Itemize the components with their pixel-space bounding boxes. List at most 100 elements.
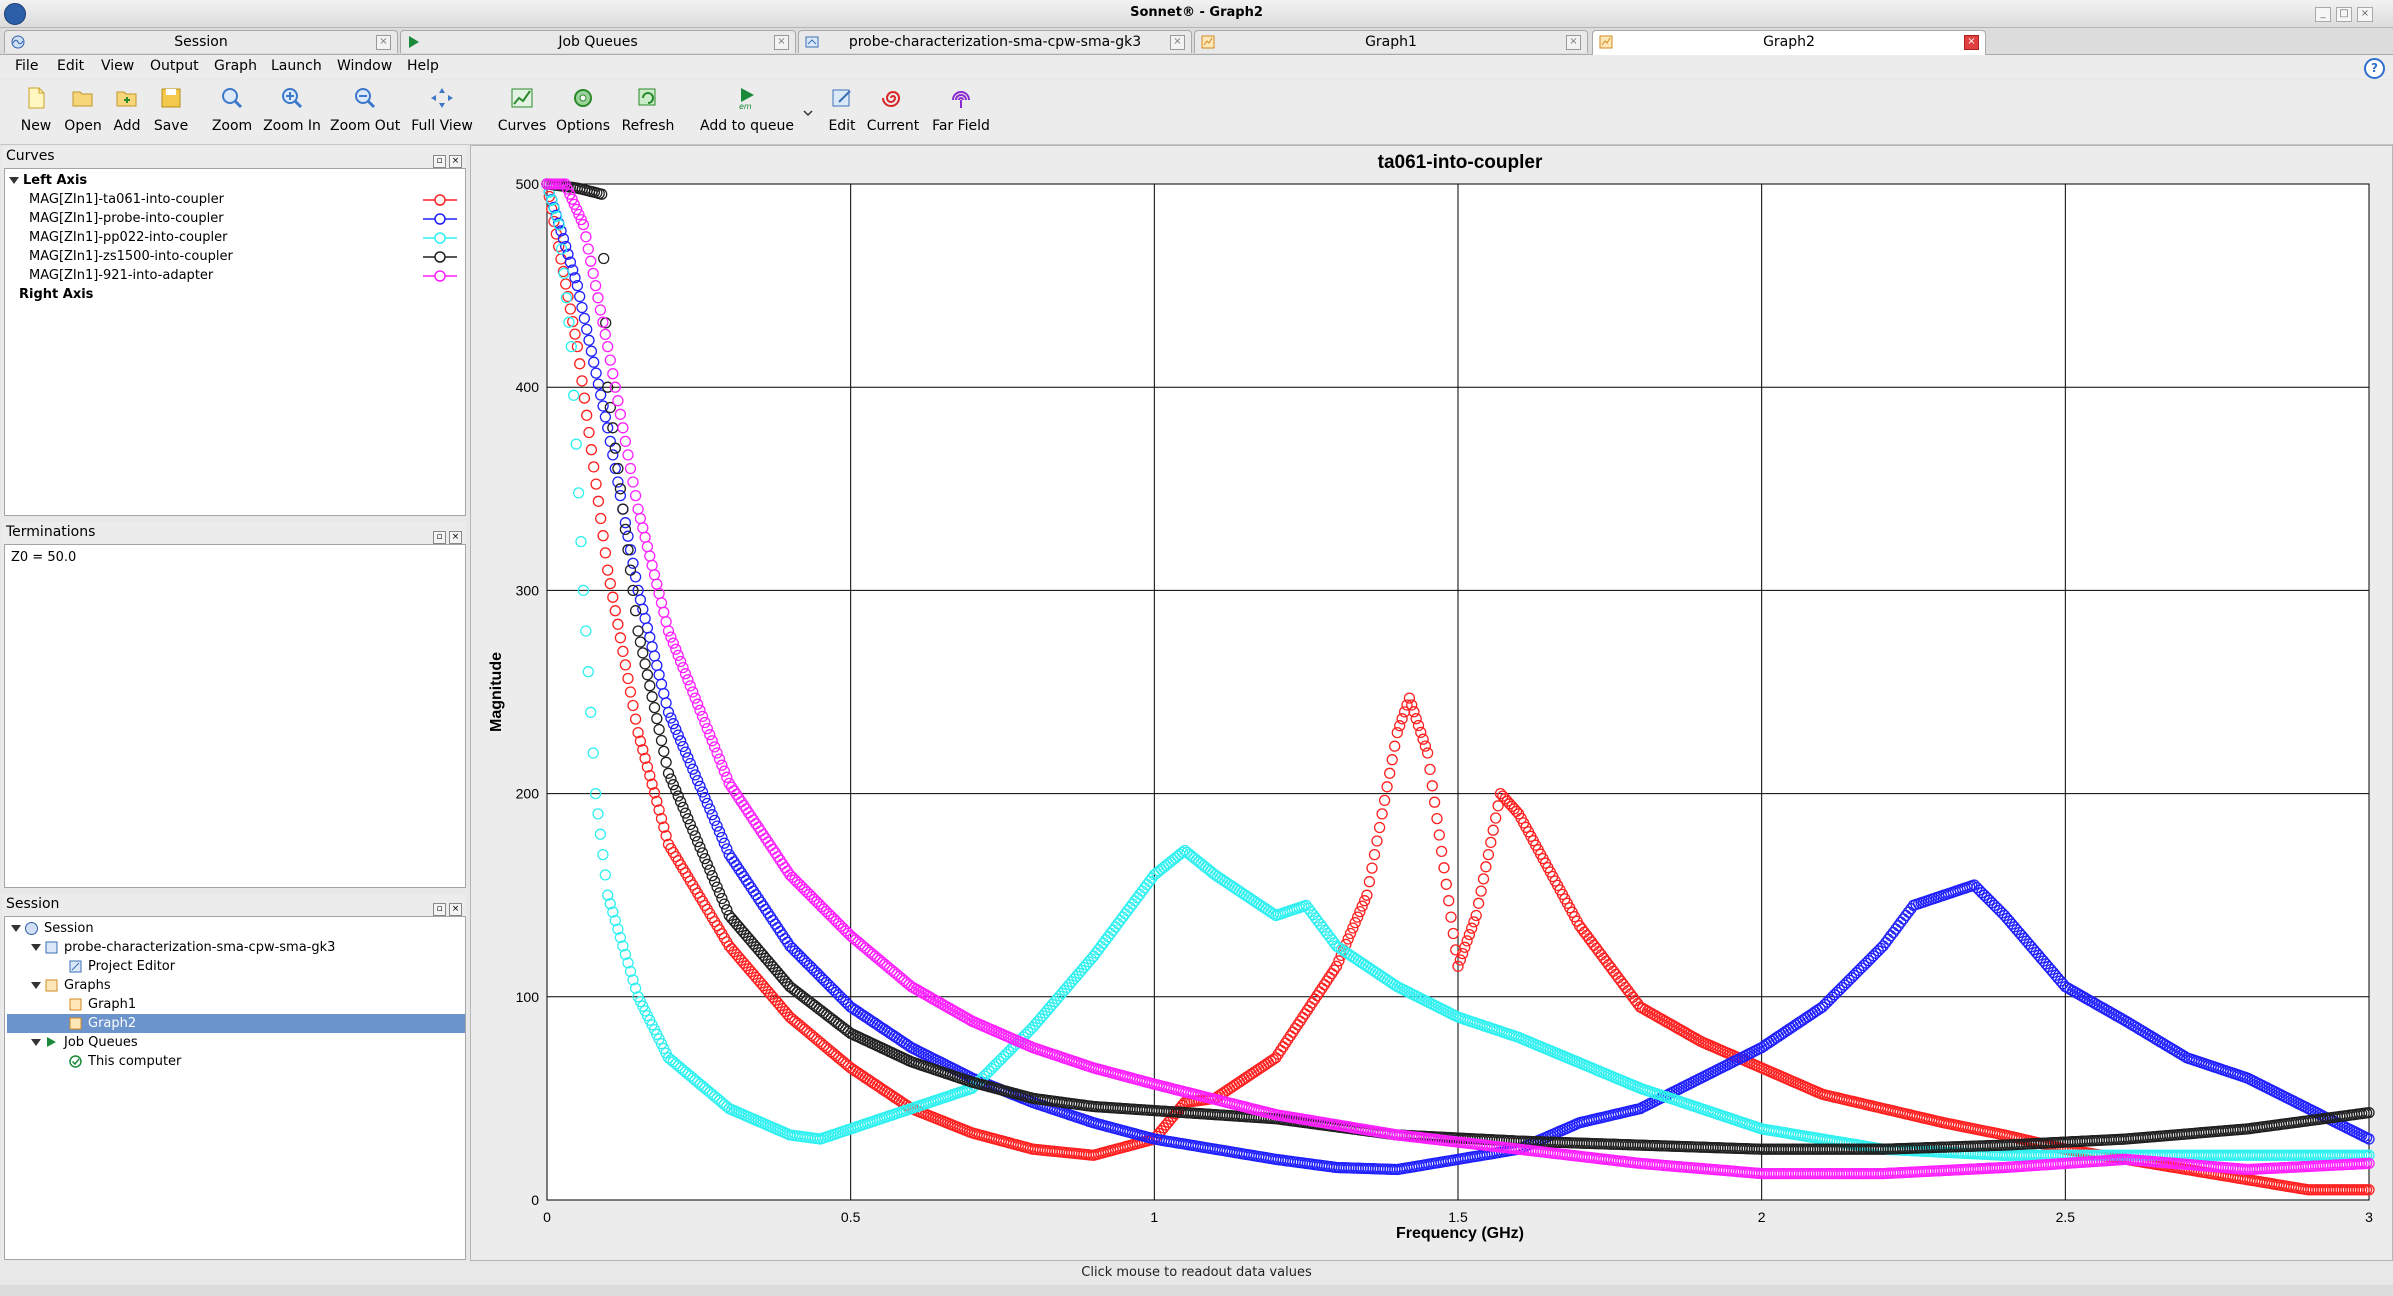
y-tick-label: 400 — [516, 379, 540, 395]
magnifier-icon — [222, 88, 243, 109]
edit-project-icon — [832, 89, 851, 107]
menu-window[interactable]: Window — [337, 58, 392, 74]
y-tick-label: 100 — [516, 989, 540, 1005]
x-tick-label: 2 — [1758, 1209, 1766, 1225]
menu-edit[interactable]: Edit — [57, 58, 84, 74]
curve-item-921[interactable]: MAG[ZIn1]-921-into-adapter — [29, 266, 465, 285]
close-tab-icon[interactable]: × — [1964, 35, 1979, 50]
full-view-button[interactable]: Full View — [410, 86, 474, 134]
close-panel-icon[interactable]: × — [449, 155, 462, 168]
menu-output[interactable]: Output — [150, 58, 199, 74]
open-button[interactable]: Open — [62, 86, 104, 134]
tab-graph1[interactable]: Graph1 × — [1194, 30, 1588, 53]
zoom-out-button[interactable]: Zoom Out — [330, 86, 400, 134]
curve-item-ta061[interactable]: MAG[ZIn1]-ta061-into-coupler — [29, 190, 465, 209]
left-axis-node[interactable]: Left Axis — [9, 171, 87, 190]
tab-graph2[interactable]: Graph2 × — [1592, 30, 1986, 55]
menu-file[interactable]: File — [15, 58, 38, 74]
far-field-button[interactable]: Far Field — [930, 86, 992, 134]
tab-job-queues[interactable]: Job Queues × — [400, 30, 796, 53]
tree-job-queues[interactable]: Job Queues — [31, 1033, 138, 1052]
close-tab-icon[interactable]: × — [774, 35, 789, 50]
help-icon[interactable]: ? — [2364, 58, 2385, 79]
termination-value: Z0 = 50.0 — [11, 550, 77, 565]
curves-button[interactable]: Curves — [496, 86, 548, 134]
expand-triangle-icon[interactable] — [11, 925, 21, 932]
svg-text:em: em — [739, 102, 752, 110]
curves-panel: Curves ▫ × Left Axis MAG[ZIn1]-ta061-into… — [2, 146, 466, 516]
curve-item-pp022[interactable]: MAG[ZIn1]-pp022-into-coupler — [29, 228, 465, 247]
close-tab-icon[interactable]: × — [1170, 35, 1185, 50]
x-tick-label: 3 — [2365, 1209, 2373, 1225]
tab-session[interactable]: Session × — [4, 30, 398, 53]
x-tick-label: 0.5 — [841, 1209, 861, 1225]
expand-triangle-icon[interactable] — [31, 1039, 41, 1046]
y-axis-label: Magnitude — [488, 652, 505, 732]
tree-session[interactable]: Session — [11, 919, 94, 938]
zoom-in-button[interactable]: Zoom In — [262, 86, 322, 134]
refresh-button[interactable]: Refresh — [620, 86, 676, 134]
queue-dropdown-chevron-icon[interactable] — [800, 106, 816, 122]
menu-help[interactable]: Help — [407, 58, 439, 74]
zoom-button[interactable]: Zoom — [210, 86, 254, 134]
right-axis-node[interactable]: Right Axis — [19, 285, 93, 304]
float-panel-icon[interactable]: ▫ — [433, 531, 446, 544]
x-axis-label: Frequency (GHz) — [1396, 1225, 1524, 1242]
edit-button[interactable]: Edit — [826, 86, 858, 134]
options-button[interactable]: Options — [556, 86, 610, 134]
title-bar: Sonnet® - Graph2 _ □ × — [0, 0, 2393, 28]
maximize-icon[interactable]: □ — [2336, 7, 2352, 22]
expand-triangle-icon[interactable] — [9, 177, 19, 184]
zoom-in-icon — [282, 88, 303, 109]
menu-graph[interactable]: Graph — [214, 58, 257, 74]
menu-view[interactable]: View — [101, 58, 134, 74]
close-panel-icon[interactable]: × — [449, 531, 462, 544]
expand-triangle-icon[interactable] — [31, 982, 41, 989]
legend-red-circle-icon — [423, 194, 457, 206]
project-icon — [805, 36, 819, 48]
float-panel-icon[interactable]: ▫ — [433, 155, 446, 168]
tree-graphs[interactable]: Graphs — [31, 976, 111, 995]
session-icon — [11, 35, 25, 49]
graph-icon — [69, 1017, 82, 1030]
save-disk-icon — [161, 88, 181, 108]
menu-bar: File Edit View Output Graph Launch Windo… — [0, 55, 2393, 79]
close-panel-icon[interactable]: × — [449, 903, 462, 916]
add-to-queue-button[interactable]: em Add to queue — [700, 86, 794, 134]
graphs-folder-icon — [45, 979, 58, 992]
current-button[interactable]: Current — [866, 86, 920, 134]
magnitude-chart[interactable]: ta061-into-coupler 0 100 200 300 400 500 0 0.5… — [471, 146, 2392, 1260]
y-tick-label: 0 — [531, 1192, 539, 1208]
session-icon — [25, 922, 38, 935]
legend-cyan-circle-icon — [423, 232, 457, 244]
expand-triangle-icon[interactable] — [31, 944, 41, 951]
menu-launch[interactable]: Launch — [271, 58, 322, 74]
y-tick-label: 500 — [516, 176, 540, 192]
save-button[interactable]: Save — [152, 86, 190, 134]
tree-project[interactable]: probe-characterization-sma-cpw-sma-gk3 — [31, 938, 335, 957]
add-button[interactable]: Add — [110, 86, 144, 134]
project-editor-icon — [69, 960, 82, 973]
tree-project-editor[interactable]: Project Editor — [69, 957, 175, 976]
curve-item-probe[interactable]: MAG[ZIn1]-probe-into-coupler — [29, 209, 465, 228]
float-panel-icon[interactable]: ▫ — [433, 903, 446, 916]
curve-item-zs1500[interactable]: MAG[ZIn1]-zs1500-into-coupler — [29, 247, 465, 266]
tree-this-computer[interactable]: This computer — [69, 1052, 181, 1071]
em-icon — [47, 1037, 56, 1047]
em-run-icon: em — [739, 88, 754, 111]
tab-project[interactable]: probe-characterization-sma-cpw-sma-gk3 × — [798, 30, 1192, 53]
tree-graph1[interactable]: Graph1 — [69, 995, 136, 1014]
graph-pane[interactable]: ta061-into-coupler 0 100 200 300 400 500 0 0.5… — [470, 145, 2393, 1261]
terminations-body: Z0 = 50.0 — [4, 544, 466, 888]
minimize-icon[interactable]: _ — [2315, 7, 2331, 22]
tree-graph2-selected[interactable]: Graph2 — [7, 1014, 465, 1033]
close-tab-icon[interactable]: × — [1566, 35, 1581, 50]
new-button[interactable]: New — [18, 86, 54, 134]
session-tree: Session probe-characterization-sma-cpw-s… — [4, 916, 466, 1260]
close-tab-icon[interactable]: × — [376, 35, 391, 50]
terminations-panel-title: Terminations — [6, 524, 96, 540]
graph-icon — [1201, 35, 1215, 49]
legend-blue-circle-icon — [423, 213, 457, 225]
close-window-icon[interactable]: × — [2357, 7, 2373, 22]
y-tick-label: 200 — [516, 786, 540, 802]
